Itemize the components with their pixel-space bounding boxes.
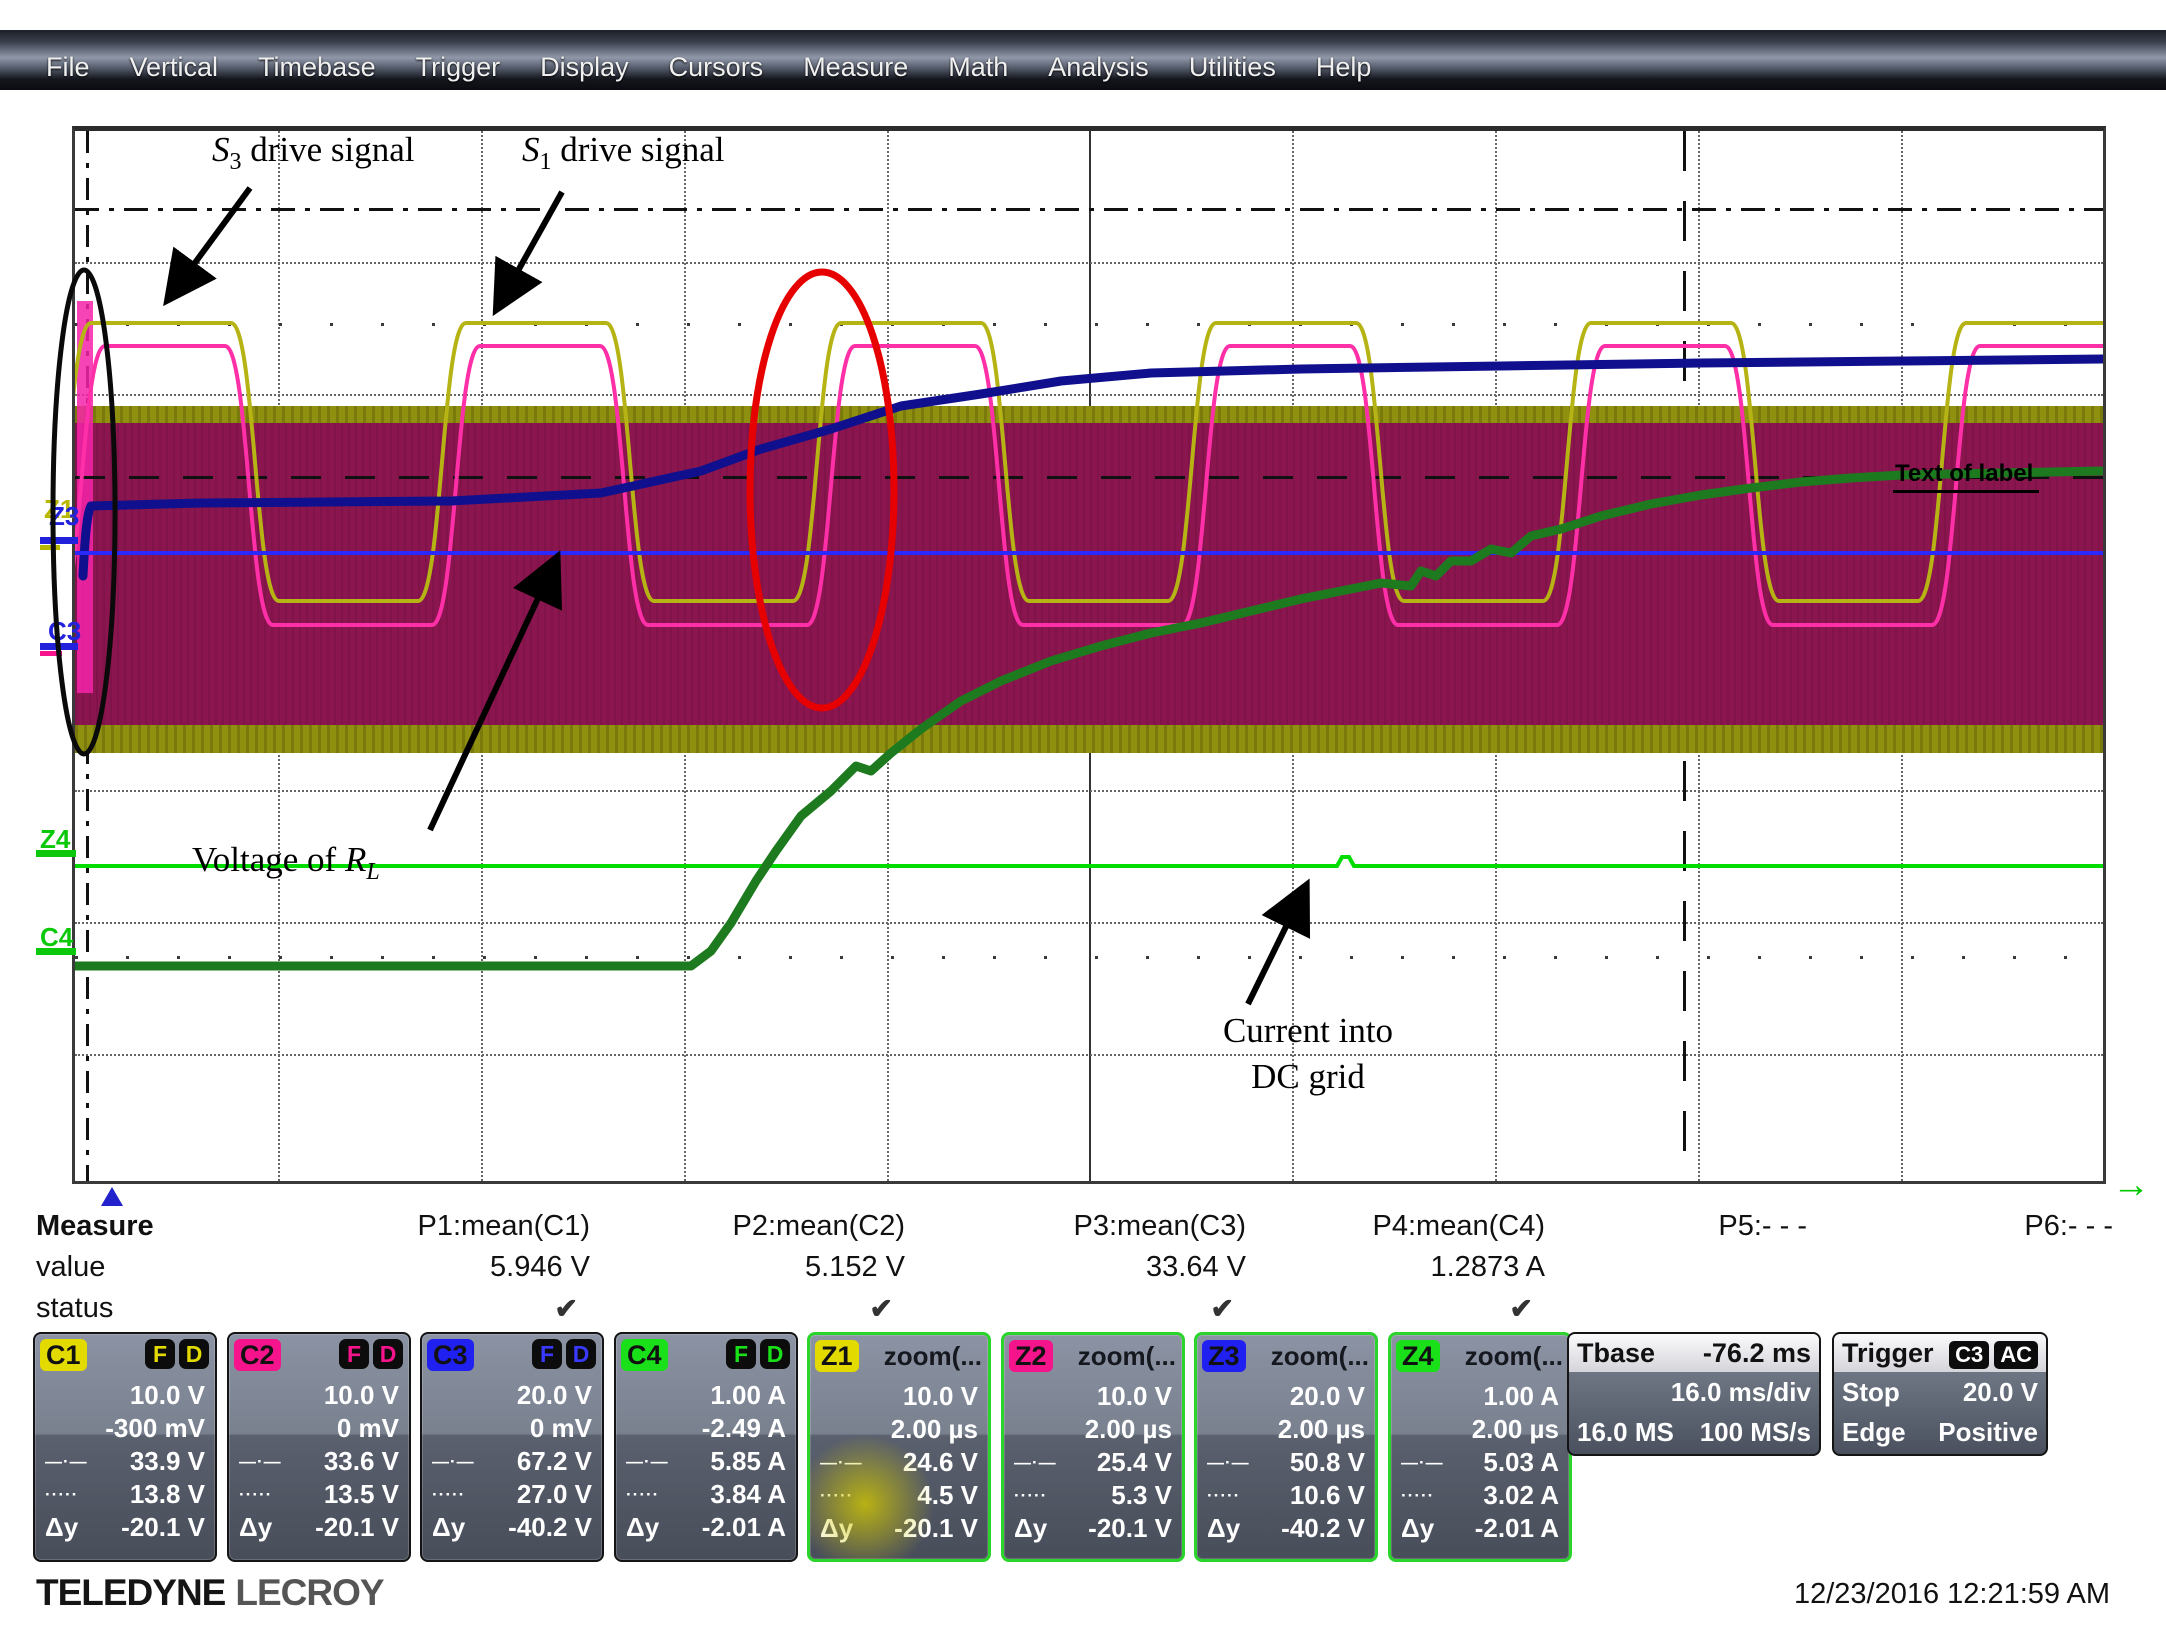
dotted-cursor-icon: ····· xyxy=(1207,1479,1240,1512)
z4-level-marker[interactable] xyxy=(36,850,76,857)
dotted-cursor-icon: ····· xyxy=(45,1478,78,1511)
timebase-descriptor[interactable]: Tbase-76.2 ms 16.0 ms/div 16.0 MS100 MS/… xyxy=(1567,1332,1821,1456)
c1-f-badge: F xyxy=(145,1339,175,1369)
p1-status-check-icon: ✔ xyxy=(300,1288,590,1329)
dashdot-cursor-icon: —·— xyxy=(1207,1446,1250,1479)
navy-dc-bus-trace xyxy=(83,359,2103,576)
menu-bar: File Vertical Timebase Trigger Display C… xyxy=(0,30,2166,90)
z1-chip: Z1 xyxy=(815,1340,859,1372)
measure-row-label: Measure value status xyxy=(36,1206,236,1329)
dashdot-cursor-icon: —·— xyxy=(432,1445,475,1478)
menu-timebase[interactable]: Timebase xyxy=(258,52,376,83)
c2-d-badge: D xyxy=(373,1339,403,1369)
c4-d-badge: D xyxy=(760,1339,790,1369)
menu-analysis[interactable]: Analysis xyxy=(1048,52,1149,83)
trigger-source-badge: C3 xyxy=(1949,1341,1989,1369)
dotted-cursor-icon: ····· xyxy=(1401,1479,1434,1512)
s3-annotation-text: S3 drive signal xyxy=(212,130,415,176)
z1-level-marker[interactable] xyxy=(40,545,60,550)
c2-chip: C2 xyxy=(234,1339,281,1371)
zoom-descriptor-z3[interactable]: Z3 zoom(... 20.0 V 2.00 µs —·—50.8 V ···… xyxy=(1194,1332,1378,1562)
measure-p1[interactable]: P1:mean(C1) 5.946 V ✔ xyxy=(300,1206,590,1329)
teledyne-lecroy-logo: TELEDYNELECROY xyxy=(36,1572,384,1614)
measure-p3[interactable]: P3:mean(C3) 33.64 V ✔ xyxy=(956,1206,1246,1329)
c4-level-marker[interactable] xyxy=(36,948,76,955)
current-annotation-text: Current into DC grid xyxy=(1168,1008,1448,1100)
datetime-display: 12/23/2016 12:21:59 AM xyxy=(1720,1578,2110,1611)
dotted-cursor-icon: ····· xyxy=(820,1479,853,1512)
dashdot-cursor-icon: —·— xyxy=(1401,1446,1444,1479)
channel-descriptor-c1[interactable]: C1 FD 10.0 V -300 mV —·—33.9 V ·····13.8… xyxy=(33,1332,217,1562)
zoom-descriptor-z1[interactable]: Z1 zoom(... 10.0 V 2.00 µs —·—24.6 V ···… xyxy=(807,1332,991,1562)
c3-level-marker[interactable] xyxy=(40,643,78,650)
c3-d-badge: D xyxy=(566,1339,596,1369)
z3-axis-label[interactable]: Z3 xyxy=(49,501,79,532)
trigger-descriptor[interactable]: Trigger C3AC Stop20.0 V EdgePositive xyxy=(1832,1332,2048,1456)
menu-help[interactable]: Help xyxy=(1316,52,1372,83)
z2-chip: Z2 xyxy=(1009,1340,1053,1372)
z3-chip: Z3 xyxy=(1202,1340,1246,1372)
menu-measure[interactable]: Measure xyxy=(803,52,908,83)
trace-text-label[interactable]: Text of label xyxy=(1893,460,2039,493)
voltage-annotation-text: Voltage of RL xyxy=(192,840,380,886)
scroll-right-arrow-icon[interactable]: → xyxy=(2112,1164,2150,1207)
z4-chip: Z4 xyxy=(1396,1340,1440,1372)
dashdot-cursor-icon: —·— xyxy=(820,1446,863,1479)
zoom-descriptor-z4[interactable]: Z4 zoom(... 1.00 A 2.00 µs —·—5.03 A ···… xyxy=(1388,1332,1572,1562)
channel-descriptor-c3[interactable]: C3 FD 20.0 V 0 mV —·—67.2 V ·····27.0 V … xyxy=(420,1332,604,1562)
menu-display[interactable]: Display xyxy=(540,52,629,83)
dashdot-cursor-icon: —·— xyxy=(239,1445,282,1478)
s1-annotation-text: S1 drive signal xyxy=(522,130,725,176)
c2-level-marker[interactable] xyxy=(40,651,62,656)
dotted-cursor-icon: ····· xyxy=(432,1478,465,1511)
channel-descriptor-c4[interactable]: C4 FD 1.00 A -2.49 A —·—5.85 A ·····3.84… xyxy=(614,1332,798,1562)
p2-status-check-icon: ✔ xyxy=(615,1288,905,1329)
dotted-cursor-icon: ····· xyxy=(239,1478,272,1511)
c2-f-badge: F xyxy=(339,1339,369,1369)
menu-cursors[interactable]: Cursors xyxy=(669,52,764,83)
dashdot-cursor-icon: —·— xyxy=(1014,1446,1057,1479)
c4-chip: C4 xyxy=(621,1339,668,1371)
trigger-coupling-badge: AC xyxy=(1994,1341,2038,1369)
menu-vertical[interactable]: Vertical xyxy=(130,52,219,83)
oscilloscope-screen: File Vertical Timebase Trigger Display C… xyxy=(0,0,2166,1628)
z3-level-marker[interactable] xyxy=(40,537,78,544)
c4-current-trace xyxy=(75,471,2103,966)
c3-f-badge: F xyxy=(532,1339,562,1369)
menu-math[interactable]: Math xyxy=(948,52,1008,83)
trace-layer xyxy=(75,131,2103,1181)
measure-p2[interactable]: P2:mean(C2) 5.152 V ✔ xyxy=(615,1206,905,1329)
c3-chip: C3 xyxy=(427,1339,474,1371)
dotted-cursor-icon: ····· xyxy=(1014,1479,1047,1512)
p3-status-check-icon: ✔ xyxy=(956,1288,1246,1329)
dashdot-cursor-icon: —·— xyxy=(45,1445,88,1478)
menu-file[interactable]: File xyxy=(46,52,90,83)
trigger-time-marker[interactable] xyxy=(101,1187,123,1206)
dashdot-cursor-icon: —·— xyxy=(626,1445,669,1478)
measure-p6[interactable]: P6:- - - xyxy=(1823,1206,2113,1329)
c4-f-badge: F xyxy=(726,1339,756,1369)
waveform-grid xyxy=(72,126,2106,1184)
c1-chip: C1 xyxy=(40,1339,87,1371)
zoom-descriptor-z2[interactable]: Z2 zoom(... 10.0 V 2.00 µs —·—25.4 V ···… xyxy=(1001,1332,1185,1562)
menu-utilities[interactable]: Utilities xyxy=(1189,52,1276,83)
measure-p5[interactable]: P5:- - - xyxy=(1517,1206,1807,1329)
channel-descriptor-c2[interactable]: C2 FD 10.0 V 0 mV —·—33.6 V ·····13.5 V … xyxy=(227,1332,411,1562)
p4-status-check-icon: ✔ xyxy=(1255,1288,1545,1329)
measure-p4[interactable]: P4:mean(C4) 1.2873 A ✔ xyxy=(1255,1206,1545,1329)
c1-d-badge: D xyxy=(179,1339,209,1369)
dotted-cursor-icon: ····· xyxy=(626,1478,659,1511)
menu-trigger[interactable]: Trigger xyxy=(416,52,501,83)
